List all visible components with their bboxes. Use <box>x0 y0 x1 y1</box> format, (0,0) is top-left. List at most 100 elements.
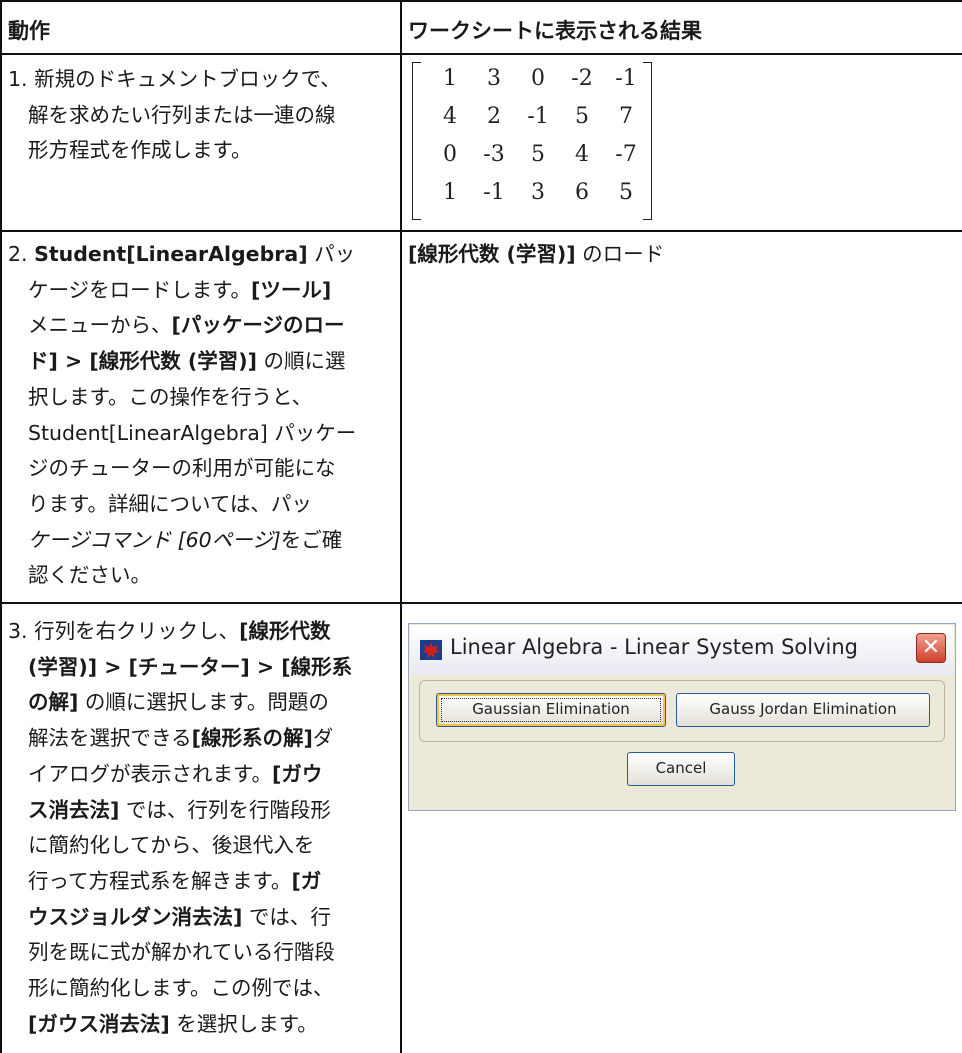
instruction-table: 動作 ワークシートに表示される結果 1. 新規のドキュメントブロックで、 解を求… <box>0 0 962 1053</box>
step-2-result: [線形代数 (学習)] のロード <box>408 237 664 273</box>
text-span: 3. 行列を右クリックし、 <box>8 619 240 643</box>
text-span: をご確 <box>280 527 343 552</box>
text-line: 認ください。 <box>28 563 151 588</box>
matrix-cell: -1 <box>527 104 549 129</box>
bold-span: (学習)] > [チューター] > [線形系 <box>28 654 353 679</box>
matrix-cell: -3 <box>483 142 505 167</box>
bold-span: Student[LinearAlgebra] <box>34 242 308 266</box>
text-line: 2. Student[LinearAlgebra] パッ <box>8 237 356 273</box>
method-button-group: Gaussian Elimination Gauss Jordan Elimin… <box>419 680 945 742</box>
matrix-cell: 1 <box>443 180 457 205</box>
text-line: 行って方程式系を解きます。[ガ <box>8 864 352 900</box>
matrix-cell: 5 <box>619 180 633 205</box>
matrix-cell: 4 <box>575 142 589 167</box>
text-span: ダ <box>312 726 334 751</box>
text-span: のロード <box>575 242 665 266</box>
text-line: 列を既に式が解かれている行階段 <box>28 940 335 965</box>
text-line: 解法を選択できる[線形系の解]ダ <box>8 721 352 757</box>
matrix-cell: -1 <box>615 66 637 91</box>
text-line: [ガウス消去法] を選択します。 <box>8 1007 352 1043</box>
text-span: 2. <box>8 242 35 266</box>
page-link[interactable]: ケージコマンド [60ページ] <box>28 528 281 552</box>
text-line: ります。詳細については、パッ <box>28 491 312 516</box>
matrix-cell: 0 <box>443 142 457 167</box>
row-divider <box>0 230 962 232</box>
bold-span: [パッケージのロー <box>171 313 345 338</box>
text-line: 1. 新規のドキュメントブロックで、 <box>8 67 341 91</box>
text-line: (学習)] > [チューター] > [線形系 <box>8 650 352 686</box>
dialog-title: Linear Algebra - Linear System Solving <box>450 635 858 659</box>
matrix-cell: 4 <box>443 104 457 129</box>
text-line: イアログが表示されます。[ガウ <box>8 757 352 793</box>
button-label: Cancel <box>655 759 707 777</box>
text-span: 解法を選択できる <box>28 726 192 751</box>
step-2-text: 2. Student[LinearAlgebra] パッ ケージをロードします。… <box>8 237 356 594</box>
matrix-left-bracket <box>412 62 421 220</box>
text-line: メニューから、[パッケージのロー <box>8 308 356 344</box>
gaussian-elimination-button[interactable]: Gaussian Elimination <box>436 693 666 727</box>
step-1-text: 1. 新規のドキュメントブロックで、 解を求めたい行列または一連の線 形方程式を… <box>8 62 341 169</box>
bold-span: [線形系の解] <box>191 726 313 751</box>
step-3-text: 3. 行列を右クリックし、[線形代数 (学習)] > [チューター] > [線形… <box>8 614 352 1042</box>
text-line: に簡約化してから、後退代入を <box>28 833 315 858</box>
gauss-jordan-elimination-button[interactable]: Gauss Jordan Elimination <box>676 693 930 727</box>
header-action: 動作 <box>8 19 50 43</box>
bold-span: [ガ <box>291 868 322 893</box>
text-line: [線形代数 (学習)] のロード <box>408 237 664 273</box>
bold-span: の解] <box>28 690 79 715</box>
text-line: 3. 行列を右クリックし、[線形代数 <box>8 614 352 650</box>
text-span: 行って方程式系を解きます。 <box>28 868 292 893</box>
bold-span: [ガウ <box>271 761 323 786</box>
text-line: 形方程式を作成します。 <box>28 138 252 163</box>
text-span: では、行 <box>242 904 331 929</box>
text-line: Student[LinearAlgebra] パッケー <box>28 420 357 445</box>
row-divider <box>0 602 962 604</box>
text-line: 形に簡約化します。この例では、 <box>28 976 334 1001</box>
text-line: ケージをロードします。[ツール] <box>8 273 356 309</box>
bold-span: [線形代数 <box>239 619 331 643</box>
text-line: ケージコマンド [60ページ]をご確 <box>8 523 356 559</box>
linear-system-solving-dialog: Linear Algebra - Linear System Solving ✕… <box>408 623 956 811</box>
column-divider <box>400 0 402 1053</box>
text-line: ウスジョルダン消去法] では、行 <box>8 900 352 936</box>
matrix-cell: 2 <box>487 104 501 129</box>
text-span: では、行列を行階段形 <box>119 797 331 822</box>
matrix-cell: 5 <box>531 142 545 167</box>
text-line: ス消去法] では、行列を行階段形 <box>8 793 352 829</box>
matrix-cell: 3 <box>531 180 545 205</box>
matrix: 1 3 0 -2 -1 4 2 -1 5 7 0 -3 5 4 -7 1 -1 … <box>412 62 652 220</box>
matrix-cell: 1 <box>443 66 457 91</box>
text-span: メニューから、 <box>28 313 172 338</box>
matrix-cell: -7 <box>615 142 637 167</box>
text-line: ジのチューターの利用が可能にな <box>28 456 336 481</box>
header-result: ワークシートに表示される結果 <box>408 19 702 43</box>
text-line: の解] の順に選択します。問題の <box>8 685 352 721</box>
maple-leaf-icon <box>420 640 442 660</box>
column-divider <box>0 0 2 1053</box>
close-icon[interactable]: ✕ <box>916 633 946 663</box>
dialog-title-bar: Linear Algebra - Linear System Solving ✕ <box>410 625 954 675</box>
text-line: 解を求めたい行列または一連の線 <box>28 102 336 127</box>
text-span: パッ <box>307 242 356 266</box>
bold-span: ウスジョルダン消去法] <box>28 904 243 929</box>
text-span: の順に選択します。問題の <box>78 690 329 715</box>
bold-span: [ガウス消去法] <box>28 1011 170 1036</box>
row-divider <box>0 53 962 55</box>
bold-span: [ツール] <box>251 277 332 302</box>
matrix-cell: -2 <box>571 66 593 91</box>
focus-indicator <box>441 698 661 722</box>
button-label: Gauss Jordan Elimination <box>709 700 897 718</box>
bold-span: ド] > [線形代数 (学習)] <box>28 349 257 374</box>
matrix-cell: 0 <box>531 66 545 91</box>
cancel-button[interactable]: Cancel <box>627 752 735 786</box>
matrix-cell: -1 <box>483 180 505 205</box>
matrix-cell: 3 <box>487 66 501 91</box>
matrix-cell: 6 <box>575 180 589 205</box>
text-span: を選択します。 <box>169 1011 318 1036</box>
text-span: ケージをロードします。 <box>28 277 252 302</box>
bold-span: ス消去法] <box>28 797 120 822</box>
text-line: ド] > [線形代数 (学習)] の順に選 <box>8 344 356 380</box>
text-line: 択します。この操作を行うと、 <box>28 384 313 409</box>
row-divider <box>0 0 962 2</box>
matrix-cell: 7 <box>619 104 633 129</box>
